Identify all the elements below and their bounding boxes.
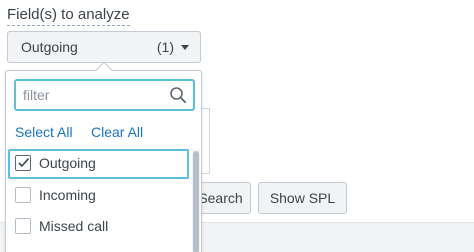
- page: Field(s) to analyze Outgoing (1) Search …: [0, 0, 474, 252]
- field-select-count: (1): [156, 39, 174, 55]
- clear-all-link[interactable]: Clear All: [91, 124, 143, 140]
- checkbox-unchecked[interactable]: [15, 187, 31, 203]
- option-outgoing[interactable]: Outgoing: [8, 149, 189, 179]
- field-label: Field(s) to analyze: [7, 6, 130, 26]
- show-spl-button[interactable]: Show SPL: [258, 182, 347, 214]
- option-label: Missed call: [39, 218, 109, 234]
- field-select-button[interactable]: Outgoing (1): [7, 31, 201, 63]
- option-missed-call[interactable]: Missed call: [8, 212, 189, 242]
- checkmark-icon: [18, 157, 30, 168]
- option-incoming[interactable]: Incoming: [8, 181, 189, 211]
- checkbox-checked[interactable]: [15, 155, 31, 171]
- filter-field[interactable]: [14, 79, 195, 111]
- scrollbar-thumb[interactable]: [193, 151, 199, 252]
- search-icon: [170, 87, 187, 104]
- checkbox-unchecked[interactable]: [15, 218, 31, 234]
- filter-input[interactable]: [23, 86, 163, 104]
- field-select-value: Outgoing: [21, 39, 78, 55]
- option-label: Incoming: [39, 187, 96, 203]
- select-all-link[interactable]: Select All: [15, 124, 73, 140]
- option-label: Outgoing: [39, 155, 96, 171]
- field-dropdown-popover: Select All Clear All Outgoing Incoming M…: [5, 70, 202, 252]
- caret-down-icon: [181, 45, 189, 50]
